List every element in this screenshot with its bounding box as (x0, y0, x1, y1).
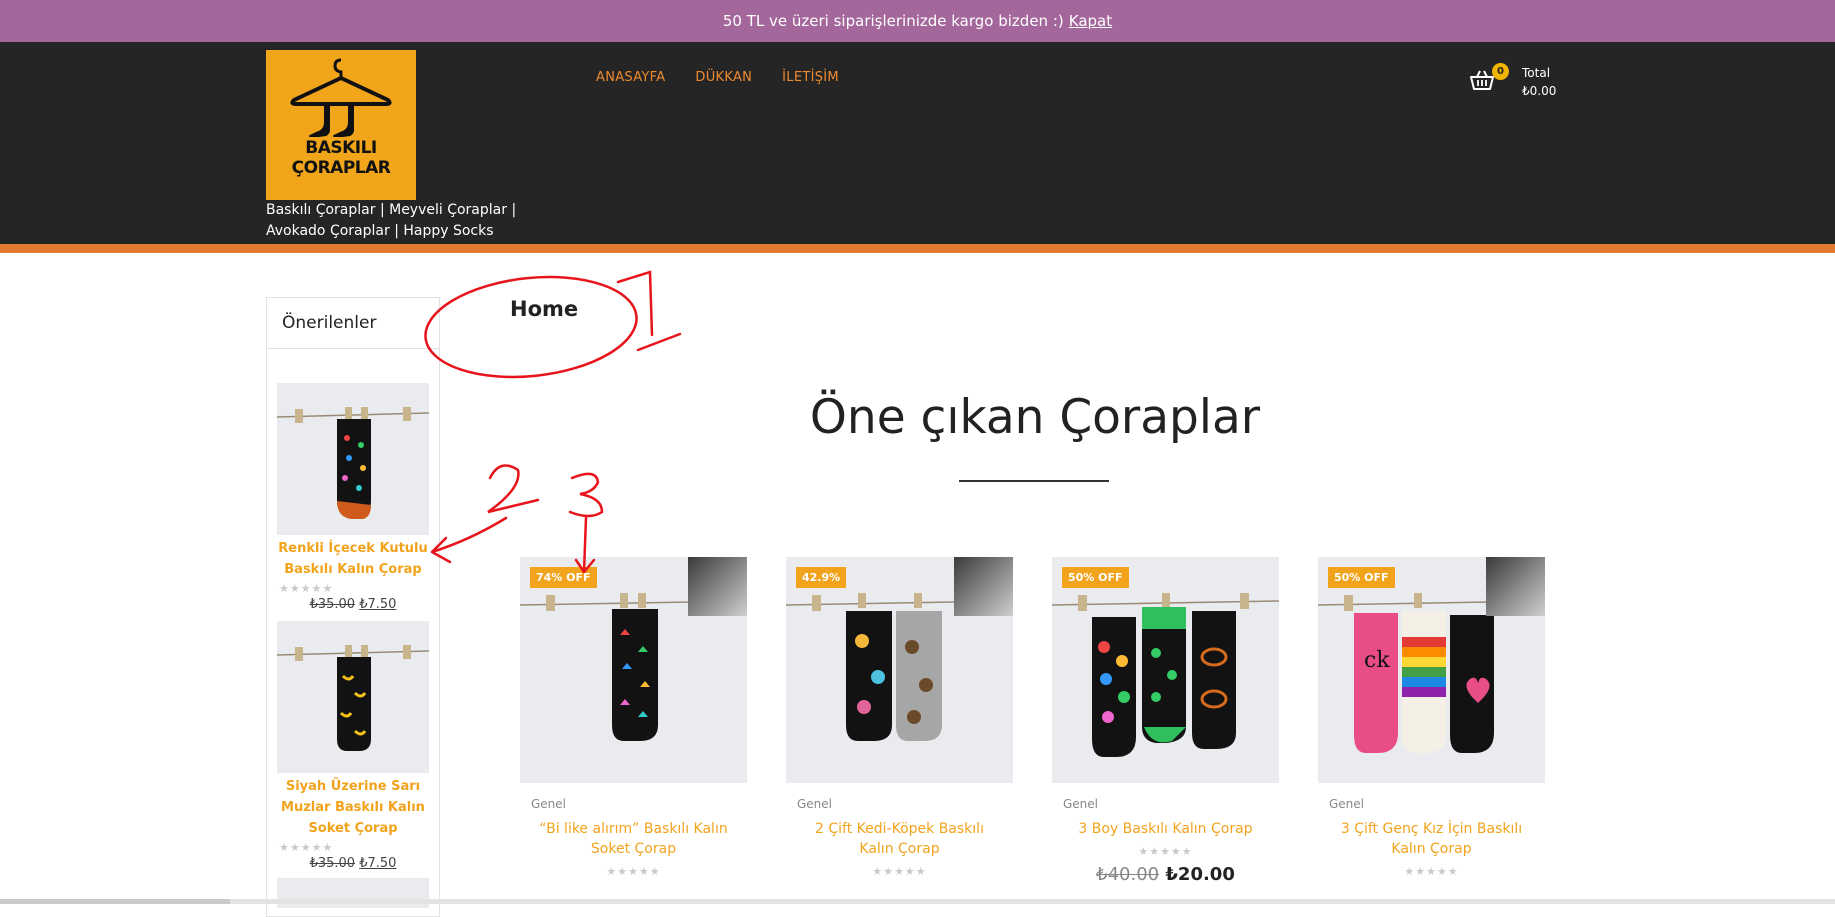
nav-item-contact[interactable]: İLETİŞİM (782, 70, 839, 85)
dismiss-announcement-link[interactable]: Kapat (1069, 12, 1112, 30)
old-price: ₺35.00 (309, 856, 356, 871)
scrollbar-thumb[interactable] (0, 899, 230, 904)
page-title: Home (510, 297, 579, 321)
annotation-arrow-2 (430, 516, 508, 564)
product-card: 74% OFF Genel “Bi like alırım” Baskılı K… (520, 557, 747, 878)
product-name-link[interactable]: 3 Boy Baskılı Kalın Çorap (1052, 819, 1279, 839)
main-nav: ANASAYFA DÜKKAN İLETİŞİM (596, 70, 839, 85)
product-price: ₺35.00 ₺7.50 (277, 856, 429, 871)
product-card: ck 50% OFF Genel 3 Çift Genç Kız İçin Ba… (1318, 557, 1545, 878)
announcement-text: 50 TL ve üzeri siparişlerinizde kargo bi… (722, 12, 1064, 30)
product-price: ₺40.00 ₺20.00 (1052, 864, 1279, 885)
basket-icon[interactable]: 0 (1470, 63, 1509, 95)
product-category[interactable]: Genel (1318, 797, 1545, 811)
rating-stars: ★★★★★ (279, 841, 334, 854)
announcement-bar: 50 TL ve üzeri siparişlerinizde kargo bi… (0, 0, 1835, 42)
nav-item-shop[interactable]: DÜKKAN (695, 70, 752, 85)
cart-count-badge: 0 (1492, 63, 1509, 80)
product-name-link[interactable]: 2 Çift Kedi-Köpek Baskılı Kalın Çorap (786, 819, 1013, 859)
product-image[interactable] (277, 383, 429, 535)
annotation-number-2 (487, 464, 540, 514)
cart-total-label: Total (1522, 66, 1551, 80)
rating-stars: ★★★★★ (872, 865, 927, 878)
sale-price: ₺7.50 (359, 597, 397, 612)
product-image[interactable] (277, 621, 429, 773)
rating-stars: ★★★★★ (1138, 845, 1193, 858)
sale-price: ₺20.00 (1165, 864, 1235, 885)
rating-stars: ★★★★★ (1404, 865, 1459, 878)
product-image[interactable]: 74% OFF (520, 557, 747, 783)
sale-price: ₺7.50 (359, 856, 397, 871)
sidebar-product: Siyah Üzerine Sarı Muzlar Baskılı Kalın … (277, 621, 429, 871)
product-card: 42.9% Genel 2 Çift Kedi-Köpek Baskılı Ka… (786, 557, 1013, 878)
product-name-link[interactable]: Renkli İçecek Kutulu Baskılı Kalın Çorap (277, 538, 429, 580)
nav-item-home[interactable]: ANASAYFA (596, 70, 665, 85)
product-image[interactable]: 42.9% (786, 557, 1013, 783)
annotation-number-3 (568, 472, 604, 518)
featured-section-title: Öne çıkan Çoraplar (809, 390, 1261, 445)
discount-badge: 50% OFF (1062, 567, 1129, 588)
discount-badge: 42.9% (796, 567, 847, 588)
hanger-socks-icon (290, 58, 392, 137)
cart-total-amount: ₺0.00 (1522, 84, 1557, 98)
old-price: ₺35.00 (309, 597, 356, 612)
discount-badge: 50% OFF (1328, 567, 1395, 588)
product-category[interactable]: Genel (1052, 797, 1279, 811)
product-name-link[interactable]: Siyah Üzerine Sarı Muzlar Baskılı Kalın … (277, 776, 429, 839)
product-category[interactable]: Genel (520, 797, 747, 811)
product-category[interactable]: Genel (786, 797, 1013, 811)
site-header: BASKILI ÇORAPLAR Baskılı Çoraplar | Meyv… (0, 42, 1835, 253)
product-image[interactable]: ck 50% OFF (1318, 557, 1545, 783)
annotation-number-1 (616, 270, 682, 352)
product-image[interactable]: 50% OFF (1052, 557, 1279, 783)
rating-stars: ★★★★★ (606, 865, 661, 878)
cart-widget[interactable]: 0 Total ₺0.00 (1470, 63, 1556, 100)
product-name-link[interactable]: 3 Çift Genç Kız İçin Baskılı Kalın Çorap (1318, 819, 1545, 859)
horizontal-scrollbar[interactable] (0, 899, 1835, 904)
product-card: 50% OFF Genel 3 Boy Baskılı Kalın Çorap … (1052, 557, 1279, 885)
sidebar-product: Renkli İçecek Kutulu Baskılı Kalın Çorap… (277, 383, 429, 612)
product-name-link[interactable]: “Bi like alırım” Baskılı Kalın Soket Çor… (520, 819, 747, 859)
title-divider (959, 480, 1109, 482)
discount-badge: 74% OFF (530, 567, 597, 588)
site-logo[interactable]: BASKILI ÇORAPLAR (266, 50, 416, 200)
svg-text:ck: ck (1364, 648, 1390, 673)
recommended-sidebar: Önerilenler Renkli İçecek Kutulu Baskılı… (266, 297, 440, 917)
cart-total: Total ₺0.00 (1522, 64, 1556, 100)
logo-text-line2: ÇORAPLAR (291, 158, 391, 178)
site-tagline: Baskılı Çoraplar | Meyveli Çoraplar | Av… (266, 202, 517, 239)
product-price: ₺35.00 ₺7.50 (277, 597, 429, 612)
sidebar-title: Önerilenler (267, 298, 439, 349)
logo-text-line1: BASKILI (305, 138, 377, 158)
annotation-circle (424, 275, 638, 379)
old-price: ₺40.00 (1096, 864, 1160, 885)
rating-stars: ★★★★★ (279, 582, 334, 595)
